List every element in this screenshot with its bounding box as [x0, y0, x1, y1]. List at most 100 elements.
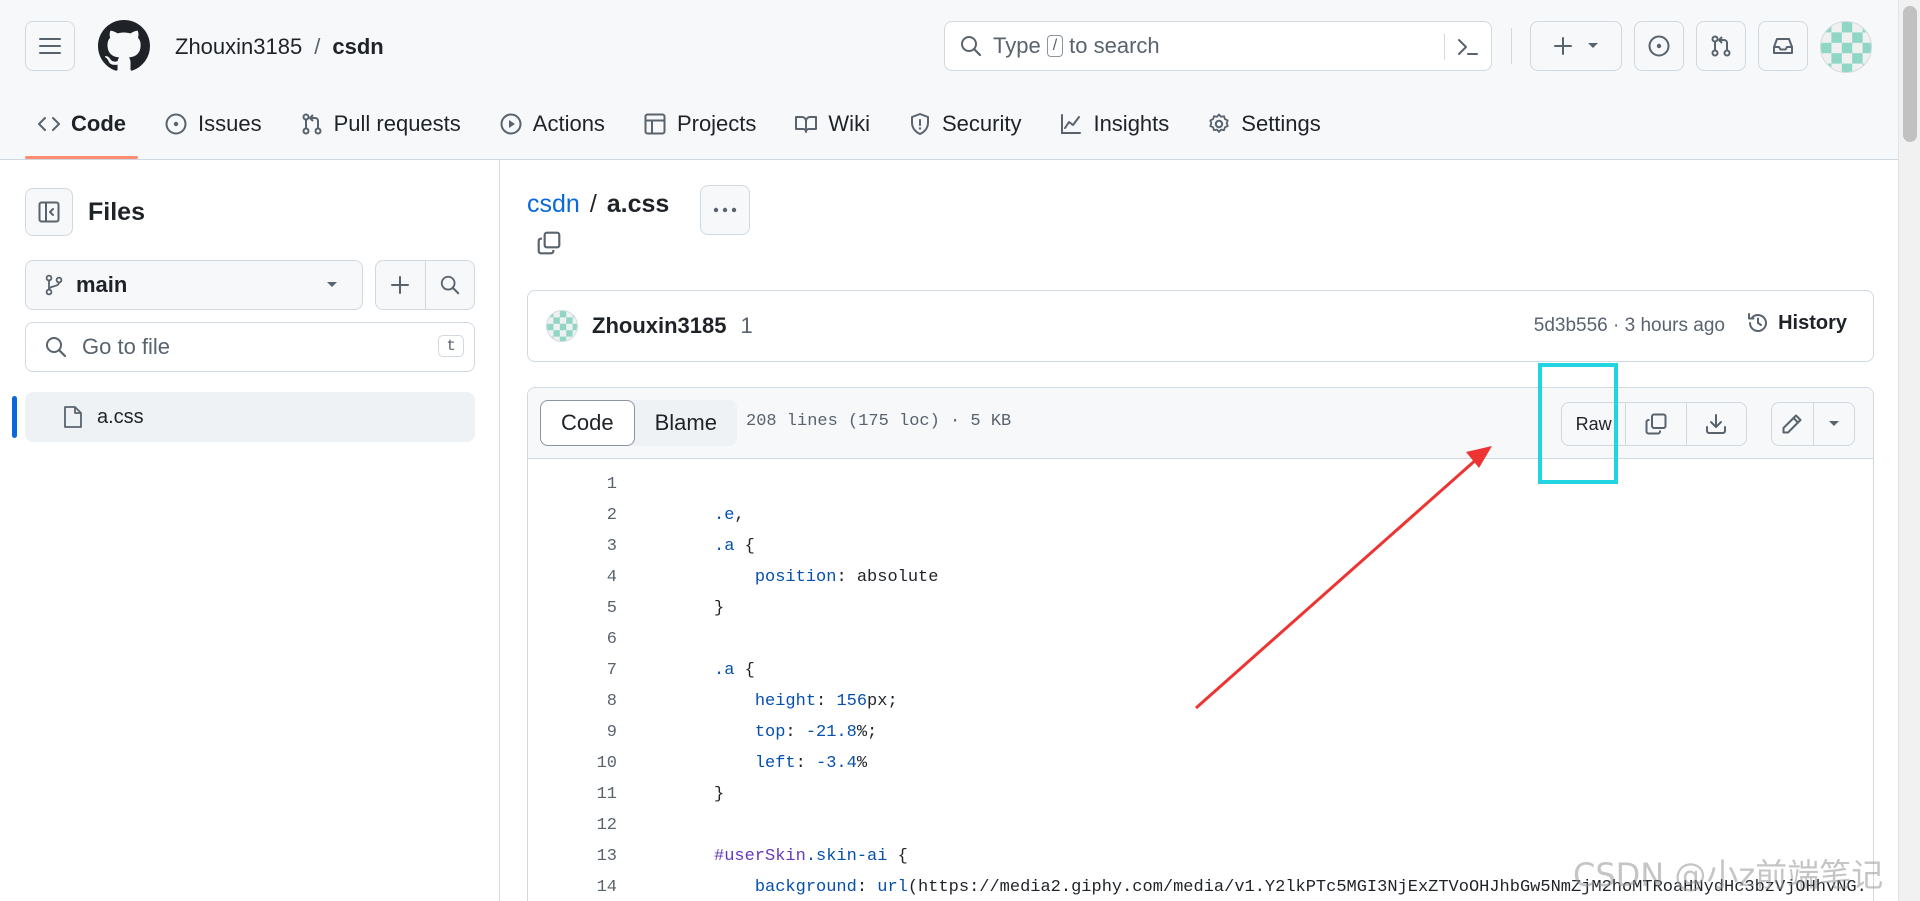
- branch-select-button[interactable]: main: [25, 260, 363, 310]
- branch-name: main: [76, 272, 128, 297]
- tab-issues[interactable]: Issues: [152, 100, 274, 148]
- line-number[interactable]: 12: [528, 816, 617, 835]
- copy-path-icon[interactable]: [536, 230, 562, 256]
- scrollbar-thumb[interactable]: [1903, 6, 1917, 142]
- tab-settings[interactable]: Settings: [1195, 100, 1333, 148]
- line-content: }: [714, 785, 725, 804]
- line-number[interactable]: 7: [528, 661, 617, 680]
- play-icon: [500, 113, 522, 135]
- repo-breadcrumb: Zhouxin3185 / csdn: [175, 34, 384, 60]
- line-number[interactable]: 4: [528, 568, 617, 587]
- edit-file-button[interactable]: [1772, 403, 1813, 445]
- gear-icon: [1209, 113, 1229, 133]
- repo-root-link[interactable]: csdn: [527, 190, 580, 219]
- pull-requests-button[interactable]: [1696, 21, 1746, 71]
- add-file-button[interactable]: [376, 261, 425, 309]
- pull-request-icon: [1711, 35, 1731, 57]
- code-view-button[interactable]: Code: [540, 400, 635, 446]
- file-icon: [64, 406, 82, 428]
- breadcrumb-separator: /: [314, 34, 321, 59]
- line-number[interactable]: 6: [528, 630, 617, 649]
- file-stats: 208 lines (175 loc) · 5 KB: [746, 412, 1012, 431]
- more-options-button[interactable]: [700, 185, 750, 235]
- code-line: 12: [528, 810, 1873, 841]
- search-divider: [1444, 34, 1445, 60]
- tab-code[interactable]: Code: [25, 100, 138, 159]
- tab-projects-label: Projects: [676, 111, 757, 136]
- create-new-button[interactable]: [1530, 21, 1622, 71]
- menu-button[interactable]: [25, 21, 75, 71]
- latest-commit-bar: Zhouxin3185 1 5d3b556 · 3 hours ago Hist…: [527, 290, 1874, 362]
- graph-icon: [1061, 114, 1082, 134]
- owner-link[interactable]: Zhouxin3185: [175, 34, 302, 60]
- sidebar-collapse-icon: [38, 201, 60, 223]
- tab-wiki[interactable]: Wiki: [782, 100, 882, 148]
- search-placeholder-suffix: to search: [1069, 33, 1160, 58]
- line-number[interactable]: 2: [528, 506, 617, 525]
- copy-raw-button[interactable]: [1625, 403, 1685, 445]
- user-avatar[interactable]: [1820, 21, 1872, 73]
- code-line: 6: [528, 624, 1873, 655]
- tab-wiki-label: Wiki: [828, 111, 870, 136]
- page-scrollbar[interactable]: [1898, 0, 1920, 901]
- code-line: 3 .a {: [528, 531, 1873, 562]
- tab-pull-requests[interactable]: Pull requests: [288, 100, 473, 148]
- line-number[interactable]: 13: [528, 847, 617, 866]
- chevron-down-icon: [327, 282, 337, 287]
- tab-actions[interactable]: Actions: [487, 100, 617, 148]
- repo-link[interactable]: csdn: [332, 34, 383, 60]
- history-button[interactable]: History: [1746, 311, 1847, 335]
- issues-button[interactable]: [1634, 21, 1684, 71]
- line-number[interactable]: 1: [528, 475, 617, 494]
- file-path-breadcrumb: csdn / a.css: [527, 190, 669, 219]
- table-icon: [644, 113, 666, 135]
- global-header: Zhouxin3185 / csdn Type / to search Code…: [0, 0, 1898, 160]
- line-number[interactable]: 3: [528, 537, 617, 556]
- commit-sha-time[interactable]: 5d3b556 · 3 hours ago: [1534, 315, 1725, 337]
- inbox-button[interactable]: [1758, 21, 1808, 71]
- go-to-file-input[interactable]: Go to file t: [25, 322, 475, 372]
- chevron-down-icon: [1828, 421, 1839, 426]
- line-number[interactable]: 10: [528, 754, 617, 773]
- search-icon: [961, 36, 982, 57]
- tab-security-label: Security: [941, 111, 1022, 136]
- line-number[interactable]: 9: [528, 723, 617, 742]
- book-icon: [795, 116, 818, 133]
- github-logo-icon[interactable]: [98, 20, 150, 72]
- line-content: top: -21.8%;: [754, 723, 878, 742]
- tab-insights[interactable]: Insights: [1047, 100, 1181, 148]
- line-content: left: -3.4%: [754, 754, 868, 773]
- line-content: .e,: [714, 506, 745, 525]
- commit-message-link[interactable]: 1: [740, 313, 752, 339]
- search-input[interactable]: Type / to search: [944, 21, 1492, 71]
- selected-file-indicator: [12, 396, 17, 438]
- history-icon: [1748, 313, 1768, 332]
- collapse-sidebar-button[interactable]: [25, 188, 73, 236]
- tab-security[interactable]: Security: [896, 100, 1033, 148]
- line-content: #userSkin.skin-ai {: [714, 847, 908, 866]
- file-actions-group: [375, 260, 475, 310]
- repo-tabs: Code Issues Pull requests Actions Projec…: [25, 100, 1347, 160]
- code-line: 2 .e,: [528, 500, 1873, 531]
- line-number[interactable]: 5: [528, 599, 617, 618]
- search-files-button[interactable]: [424, 261, 475, 309]
- file-tree-item[interactable]: a.css: [25, 392, 475, 442]
- tab-projects[interactable]: Projects: [631, 100, 768, 148]
- commit-author-link[interactable]: Zhouxin3185: [592, 313, 726, 339]
- line-number[interactable]: 11: [528, 785, 617, 804]
- git-branch-icon: [45, 274, 63, 296]
- tab-issues-label: Issues: [198, 111, 262, 136]
- line-number[interactable]: 8: [528, 692, 617, 711]
- history-label: History: [1778, 311, 1847, 334]
- hamburger-icon: [39, 38, 61, 54]
- code-line: 9 top: -21.8%;: [528, 717, 1873, 748]
- code-line: 4 position: absolute: [528, 562, 1873, 593]
- edit-options-button[interactable]: [1812, 403, 1854, 445]
- plus-icon: [1554, 37, 1572, 55]
- code-line: 10 left: -3.4%: [528, 748, 1873, 779]
- line-number[interactable]: 14: [528, 878, 617, 897]
- download-raw-button[interactable]: [1685, 403, 1746, 445]
- commit-author-avatar[interactable]: [546, 310, 578, 342]
- blame-view-button[interactable]: Blame: [635, 400, 737, 446]
- command-palette-icon[interactable]: [1455, 34, 1481, 60]
